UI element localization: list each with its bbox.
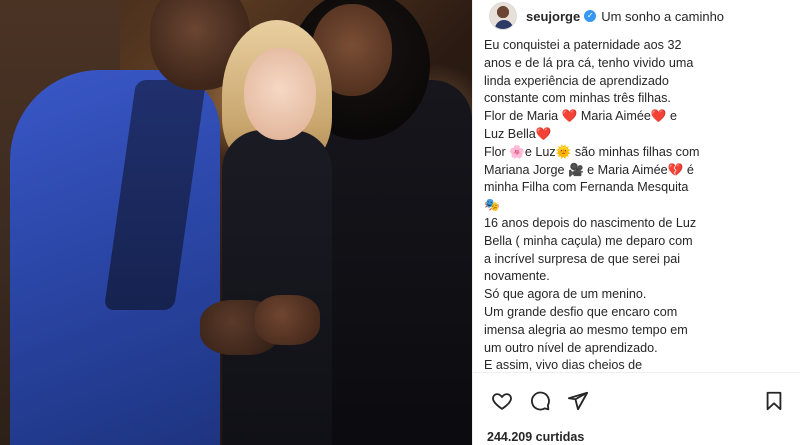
woman-center-figure bbox=[222, 130, 332, 445]
caption-title: Um sonho a caminho bbox=[601, 8, 725, 24]
caption-body: Eu conquistei a paternidade aos 32 anos e… bbox=[484, 37, 784, 375]
bookmark-icon bbox=[766, 391, 782, 411]
caption-line: Flor 🌸e Luz🌞 são minhas filhas com bbox=[484, 144, 700, 159]
caption-line: Um grande desfio que encaro com bbox=[484, 304, 678, 319]
caption-line: novamente. bbox=[484, 269, 550, 284]
save-button[interactable] bbox=[761, 388, 787, 414]
share-button[interactable] bbox=[565, 388, 591, 414]
like-button[interactable] bbox=[489, 388, 515, 414]
caption-line: Luz Bella❤️ bbox=[484, 126, 552, 141]
caption-line: Eu conquistei a paternidade aos 32 bbox=[484, 38, 682, 52]
avatar[interactable] bbox=[489, 2, 517, 30]
divider bbox=[473, 372, 800, 373]
caption-line: Flor de Maria ❤️ Maria Aimée❤️ e bbox=[484, 109, 678, 124]
action-bar bbox=[473, 388, 800, 414]
caption-line: imensa alegria ao mesmo tempo em bbox=[484, 322, 688, 337]
comment-button[interactable] bbox=[527, 388, 553, 414]
caption-line: minha Filha com Fernanda Mesquita bbox=[484, 180, 689, 195]
verified-badge-icon: ✓ bbox=[584, 10, 597, 22]
caption-line: Só que agora de um menino. bbox=[484, 287, 647, 302]
likes-count[interactable]: 244.209 curtidas bbox=[487, 430, 584, 444]
caption-line: linda experiência de aprendizado bbox=[484, 73, 669, 88]
comment-icon bbox=[531, 391, 550, 411]
caption-line: 16 anos depois do nascimento de Luz bbox=[484, 215, 697, 230]
caption-line: a incrível surpresa de que serei pai bbox=[484, 251, 681, 266]
post-header: seujorge ✓ Um sonho a caminho bbox=[473, 0, 800, 32]
woman-right-hand bbox=[255, 295, 320, 345]
heart-icon bbox=[492, 393, 512, 410]
caption-line: 🎭 bbox=[484, 198, 500, 213]
post-photo[interactable] bbox=[0, 0, 472, 445]
username-link[interactable]: seujorge bbox=[526, 9, 580, 24]
caption-line: Bella ( minha caçula) me deparo com bbox=[484, 233, 693, 248]
post-side-panel: seujorge ✓ Um sonho a caminho Eu conquis… bbox=[472, 0, 800, 445]
woman-center-face bbox=[244, 48, 316, 140]
caption-line: um outro nível de aprendizado. bbox=[484, 340, 658, 355]
share-icon bbox=[567, 391, 589, 411]
caption-line: anos e de lá pra cá, tenho vivido uma bbox=[484, 55, 694, 70]
caption-line: constante com minhas três filhas. bbox=[484, 91, 671, 106]
caption-line: Mariana Jorge 🎥 e Maria Aimée💔 é bbox=[484, 162, 694, 177]
